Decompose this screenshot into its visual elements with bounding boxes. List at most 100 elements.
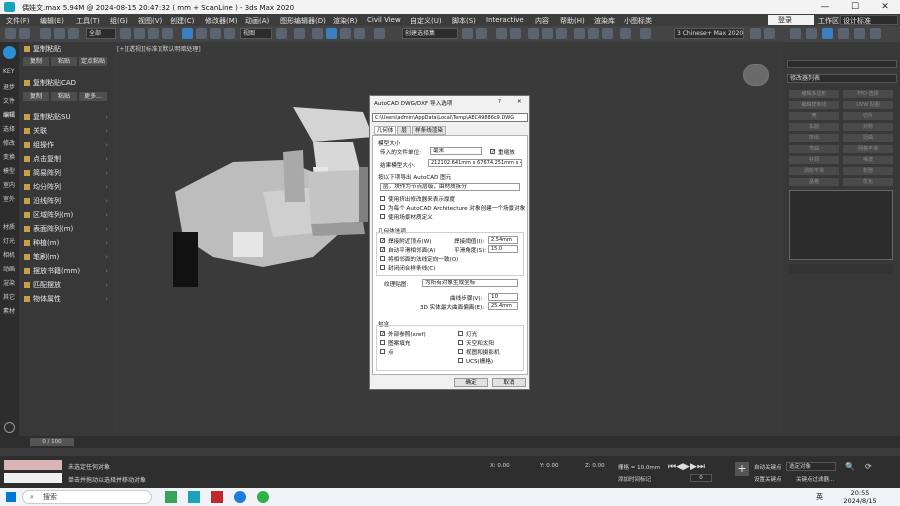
menu-create[interactable]: 创建(C) — [170, 16, 194, 26]
key-filters-button[interactable]: 关键点过滤器... — [796, 475, 834, 483]
schematic-view-icon[interactable] — [542, 28, 553, 39]
rotate-icon[interactable] — [196, 28, 207, 39]
auto-key-label[interactable]: 自动关键点 — [754, 463, 782, 471]
strip-item-select[interactable]: 选择 — [3, 124, 15, 133]
maxscript-input[interactable] — [4, 473, 62, 483]
keyboard-shortcut-icon[interactable] — [294, 28, 305, 39]
menu-render-lib[interactable]: 渲染库 — [594, 16, 615, 26]
section-item[interactable]: 简易阵列 › — [21, 168, 111, 179]
script-icon[interactable] — [750, 28, 761, 39]
menu-group[interactable]: 组(G) — [110, 16, 128, 26]
settings-icon[interactable] — [4, 422, 15, 433]
modifier-list-select[interactable]: 修改器列表 — [787, 74, 897, 83]
scene-object-checkbox[interactable] — [380, 205, 385, 210]
strip-item-key[interactable]: KEY — [3, 68, 14, 75]
lights-checkbox[interactable] — [458, 331, 463, 336]
views-cameras-checkbox[interactable] — [458, 349, 463, 354]
align-icon[interactable] — [476, 28, 487, 39]
cad-copy-button[interactable]: 复制 — [23, 92, 49, 101]
menu-graph-editors[interactable]: 图形编辑器(D) — [280, 16, 326, 26]
modifier-button[interactable]: 对称 — [843, 123, 893, 131]
modifier-button[interactable]: 弯曲 — [789, 145, 839, 153]
texture-select[interactable]: 为所有对象生成坐标 — [422, 279, 518, 287]
modify-icon[interactable] — [822, 28, 833, 39]
modifier-button[interactable]: 壳 — [789, 112, 839, 120]
ok-button[interactable]: 确定 — [454, 378, 488, 387]
input-language[interactable]: 英 — [816, 492, 823, 502]
strip-item-interior[interactable]: 室内 — [3, 180, 15, 189]
create-icon[interactable] — [870, 28, 881, 39]
modifier-button[interactable]: 编辑样条线 — [789, 101, 839, 109]
cancel-button[interactable]: 取消 — [492, 378, 526, 387]
track-bar[interactable] — [0, 448, 900, 456]
angle-snap-icon[interactable] — [326, 28, 337, 39]
toggle-ribbon-icon[interactable] — [510, 28, 521, 39]
derive-select[interactable]: 层，块作为节点层级，由材质拆分 — [380, 183, 520, 191]
time-slider[interactable]: 0 / 100 — [30, 438, 74, 446]
selection-filter-select[interactable]: 全部 — [86, 28, 116, 39]
strip-item-file[interactable]: 文件 — [3, 96, 15, 105]
dialog-close-button[interactable]: ✕ — [517, 99, 522, 105]
points-checkbox[interactable] — [380, 349, 385, 354]
unlink-icon[interactable] — [54, 28, 65, 39]
percent-snap-icon[interactable] — [340, 28, 351, 39]
strip-item-animation[interactable]: 动画 — [3, 264, 15, 273]
rect-selection-icon[interactable] — [148, 28, 159, 39]
menu-animation[interactable]: 动画(A) — [245, 16, 269, 26]
select-object-icon[interactable] — [120, 28, 131, 39]
clock-date[interactable]: 2024/8/15 — [840, 497, 880, 505]
spinner-snap-icon[interactable] — [354, 28, 365, 39]
display-icon[interactable] — [790, 28, 801, 39]
strip-item-transform[interactable]: 变换 — [3, 152, 15, 161]
cad-paste-button[interactable]: 粘贴 — [51, 92, 77, 101]
tab-layers[interactable]: 层 — [397, 126, 411, 135]
modifier-button[interactable]: 挤出 — [789, 134, 839, 142]
material-editor-icon[interactable] — [556, 28, 567, 39]
strip-item-camera[interactable]: 相机 — [3, 250, 15, 259]
modifier-button[interactable]: 晶格 — [789, 178, 839, 186]
rescale-checkbox[interactable]: ✓ — [490, 149, 495, 155]
pivot-icon[interactable] — [276, 28, 287, 39]
a360-icon[interactable] — [620, 28, 631, 39]
close-button[interactable]: ✕ — [870, 0, 900, 14]
named-selection-set[interactable]: 创建选择集 — [402, 28, 458, 39]
xref-checkbox[interactable]: ✓ — [380, 331, 385, 337]
scene-material-checkbox[interactable] — [380, 214, 385, 219]
modifier-button[interactable]: 网格平滑 — [843, 145, 893, 153]
modifier-button[interactable]: 扭曲 — [843, 134, 893, 142]
ucs-grid-checkbox[interactable] — [458, 358, 463, 363]
extrude-checkbox[interactable] — [380, 196, 385, 201]
strip-item-model[interactable]: 模型 — [3, 166, 15, 175]
menu-civil-view[interactable]: Civil View — [367, 16, 401, 24]
weld-threshold-input[interactable]: 2.54mm — [488, 236, 518, 244]
taskbar-autocad-icon[interactable] — [211, 491, 223, 503]
layer-explorer-icon[interactable] — [496, 28, 507, 39]
cap-splines-checkbox[interactable] — [380, 265, 385, 270]
section-item[interactable]: 物体属性 › — [21, 294, 111, 305]
dialog-help-button[interactable]: ? — [498, 99, 501, 105]
weld-checkbox[interactable]: ✓ — [380, 238, 385, 244]
file-path-field[interactable]: C:\Users\admin\AppData\Local\Temp\AEC498… — [372, 113, 528, 122]
modifier-button[interactable]: 涡轮平滑 — [789, 167, 839, 175]
section-copy-paste[interactable]: 复制粘贴 — [21, 44, 111, 55]
section-item[interactable]: 区域阵列(m) › — [21, 210, 111, 221]
mirror-icon[interactable] — [462, 28, 473, 39]
link-icon[interactable] — [40, 28, 51, 39]
add-time-tag[interactable]: 添加时间标记 — [618, 475, 651, 483]
plugin-icon[interactable] — [764, 28, 775, 39]
modifier-button[interactable]: 补洞 — [789, 156, 839, 164]
clock-time[interactable]: 20:55 — [845, 489, 875, 497]
strip-item-material[interactable]: 材质 — [3, 222, 15, 231]
modifier-button[interactable]: 松弛 — [843, 167, 893, 175]
copy-button[interactable]: 复制 — [23, 57, 49, 66]
orient-normals-checkbox[interactable] — [380, 256, 385, 261]
open-explorer-icon[interactable] — [640, 28, 651, 39]
section-item[interactable]: 种植(m) › — [21, 238, 111, 249]
current-frame-input[interactable]: 0 — [690, 474, 712, 482]
utility-icon[interactable] — [806, 28, 817, 39]
taskbar-search[interactable]: 搜索 — [22, 490, 152, 504]
login-button[interactable]: 登录 — [768, 15, 814, 25]
modifier-button[interactable]: FFD 选择 — [843, 90, 893, 98]
redo-icon[interactable] — [19, 28, 30, 39]
menu-content[interactable]: 内容 — [535, 16, 549, 26]
